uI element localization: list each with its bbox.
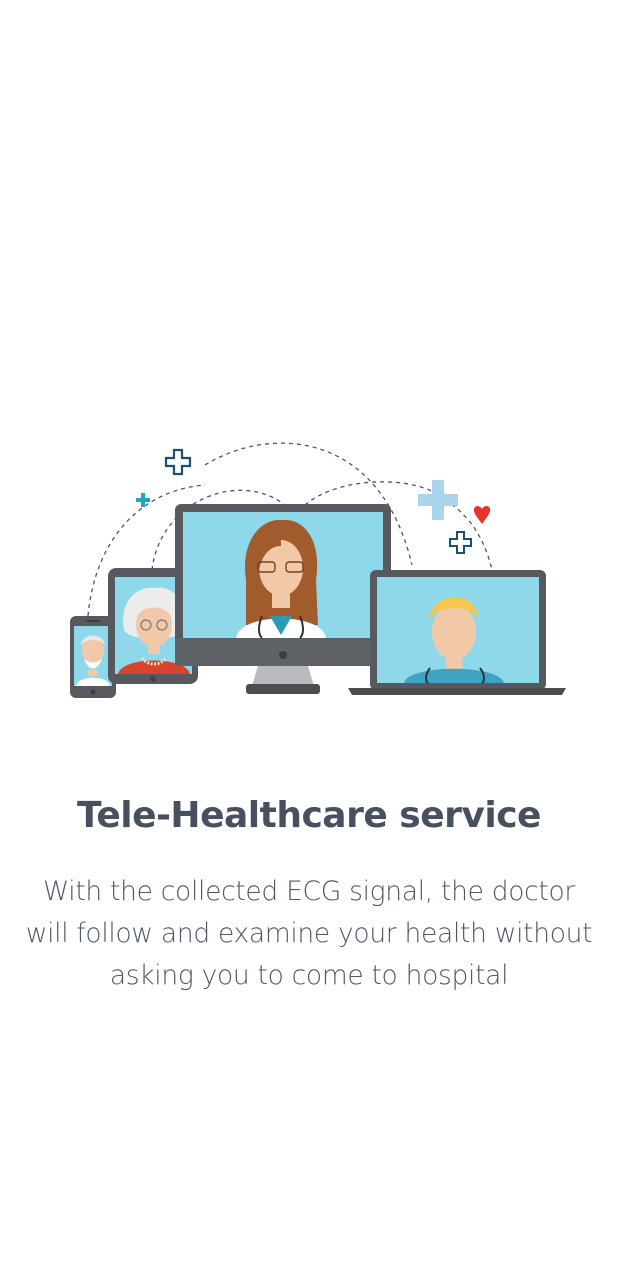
- telehealth-illustration: [70, 442, 566, 698]
- heart-icon: [473, 506, 491, 524]
- description-line: With the collected ECG signal, the docto…: [42, 876, 576, 907]
- medical-cross-icon: [136, 493, 150, 507]
- onboarding-screen: Tele-Healthcare service With the collect…: [0, 0, 618, 1271]
- medical-cross-icon: [164, 448, 192, 476]
- medical-cross-icon: [418, 480, 458, 520]
- medical-cross-icon: [449, 531, 472, 554]
- description-line: will follow and examine your health with…: [25, 918, 593, 949]
- description-line: asking you to come to hospital: [109, 960, 509, 991]
- desktop-monitor: [175, 504, 391, 694]
- laptop-device: [348, 570, 566, 695]
- onboarding-title: Tele-Healthcare service: [77, 795, 541, 836]
- onboarding-description: With the collected ECG signal, the docto…: [0, 871, 618, 997]
